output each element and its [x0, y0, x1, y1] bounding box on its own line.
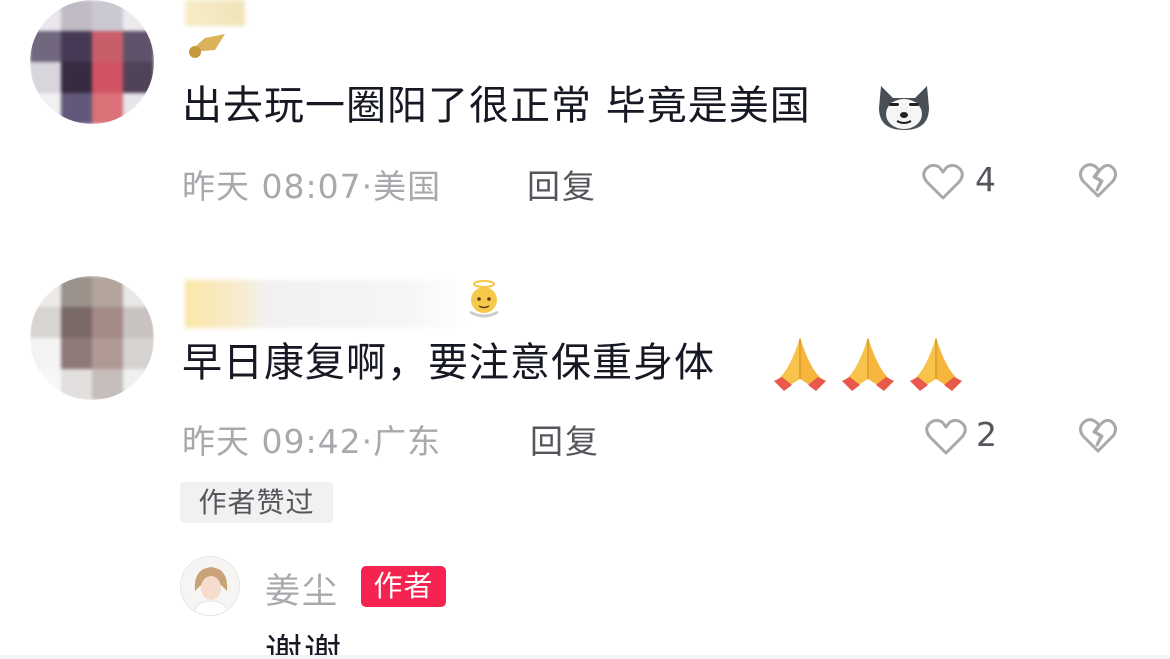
- comment-meta: 昨天 09:42·广东: [182, 422, 442, 461]
- broken-heart-icon: [1079, 163, 1117, 198]
- dislike-button[interactable]: [1078, 162, 1118, 200]
- like-count: 2: [976, 415, 997, 454]
- author-liked-tag: 作者赞过: [180, 482, 333, 523]
- like-button[interactable]: 2: [924, 415, 1004, 459]
- comment-text: 早日康复啊，要注意保重身体: [182, 340, 715, 386]
- comment-location: 美国: [373, 167, 442, 206]
- like-count: 4: [975, 160, 996, 199]
- divider: [0, 655, 1170, 659]
- broken-heart-icon: [1079, 418, 1117, 453]
- like-button[interactable]: 4: [921, 160, 1001, 204]
- username-redacted[interactable]: [185, 0, 245, 26]
- comment-meta: 昨天 08:07·美国: [182, 167, 442, 206]
- author-name[interactable]: 姜尘: [265, 563, 339, 614]
- comment-text: 出去玩一圈阳了很正常 毕竟是美国: [182, 83, 811, 129]
- user-badge-icon: [185, 30, 230, 60]
- heart-icon: [925, 418, 967, 455]
- reply-text: 谢谢: [265, 631, 343, 659]
- author-avatar[interactable]: [180, 556, 240, 616]
- dislike-button[interactable]: [1078, 417, 1118, 455]
- husky-doge-emoji: [875, 78, 933, 134]
- reply-button[interactable]: 回复: [530, 415, 600, 463]
- username-redacted[interactable]: [185, 280, 465, 328]
- comment-time: 昨天 09:42: [182, 422, 362, 461]
- comment-location: 广东: [373, 422, 442, 461]
- avatar[interactable]: [30, 0, 154, 124]
- reply-button[interactable]: 回复: [527, 160, 597, 208]
- baby-angel-emoji: [464, 278, 504, 318]
- avatar[interactable]: [30, 276, 154, 400]
- comment-time: 昨天 08:07: [182, 167, 362, 206]
- author-badge: 作者: [361, 566, 446, 607]
- heart-icon: [922, 163, 964, 200]
- folded-hands-emoji: [770, 331, 970, 393]
